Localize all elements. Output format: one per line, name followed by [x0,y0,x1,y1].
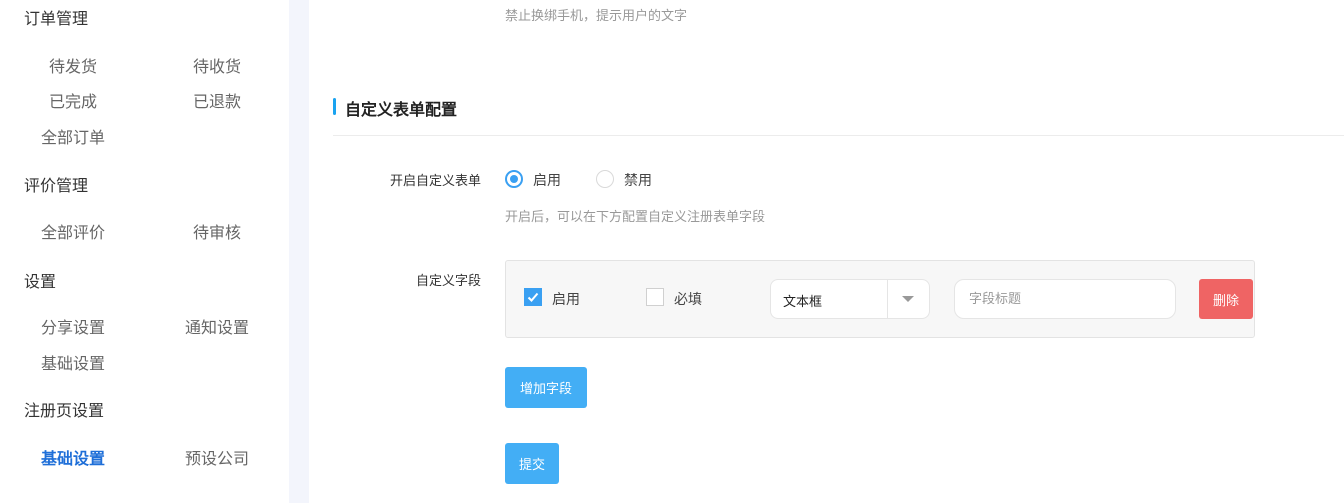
sidebar-item-pending-shipment[interactable]: 待发货 [18,53,128,77]
required-checkbox[interactable] [646,288,664,306]
sidebar-item-refunded[interactable]: 已退款 [162,88,272,112]
sidebar-divider [289,0,309,503]
radio-enable[interactable] [505,170,523,188]
enable-form-hint: 开启后，可以在下方配置自定义注册表单字段 [505,210,766,225]
select-separator [887,280,888,318]
required-checkbox-label[interactable]: 必填 [674,289,702,309]
section-title: 自定义表单配置 [333,96,457,120]
sidebar-section-register: 注册页设置 [24,401,105,420]
sidebar-item-completed[interactable]: 已完成 [18,88,128,112]
sidebar-item-all-orders[interactable]: 全部订单 [18,124,128,148]
add-field-button[interactable]: 增加字段 [505,367,587,408]
sidebar-item-preset-company[interactable]: 预设公司 [162,445,272,469]
sidebar-item-pending-review[interactable]: 待审核 [162,219,272,243]
sidebar-section-orders: 订单管理 [24,9,89,28]
chevron-down-icon[interactable] [902,296,914,302]
custom-field-row: 启用 必填 文本框 删除 [505,260,1255,338]
submit-button[interactable]: 提交 [505,443,559,484]
checkmark-icon [527,292,539,302]
field-title-input[interactable] [954,279,1176,319]
radio-disable-label[interactable]: 禁用 [624,170,652,190]
sidebar-item-pending-receipt[interactable]: 待收货 [162,53,272,77]
delete-field-button[interactable]: 删除 [1199,279,1253,319]
sidebar-section-reviews: 评价管理 [24,176,89,195]
field-type-value: 文本框 [783,295,823,310]
sidebar-item-register-basic[interactable]: 基础设置 [18,445,128,469]
enable-form-label: 开启自定义表单 [389,174,481,189]
radio-disable[interactable] [596,170,614,188]
sidebar-item-share-settings[interactable]: 分享设置 [18,314,128,338]
radio-enable-label[interactable]: 启用 [533,170,561,190]
field-type-select[interactable]: 文本框 [770,279,930,319]
section-divider [333,135,1344,136]
sidebar-item-all-reviews[interactable]: 全部评价 [18,219,128,243]
main-content: 禁止换绑手机，提示用户的文字 自定义表单配置 开启自定义表单 启用 禁用 开启后… [309,0,1344,503]
sidebar-item-basic-settings[interactable]: 基础设置 [18,350,128,374]
enable-checkbox[interactable] [524,288,542,306]
custom-field-label: 自定义字段 [415,274,481,289]
sidebar-section-settings: 设置 [24,272,57,291]
sidebar: 订单管理 待发货 待收货 已完成 已退款 全部订单 评价管理 全部评价 待审核 … [0,0,289,503]
enable-checkbox-label[interactable]: 启用 [552,289,580,309]
top-hint-text: 禁止换绑手机，提示用户的文字 [505,9,688,24]
sidebar-item-notify-settings[interactable]: 通知设置 [162,314,272,338]
